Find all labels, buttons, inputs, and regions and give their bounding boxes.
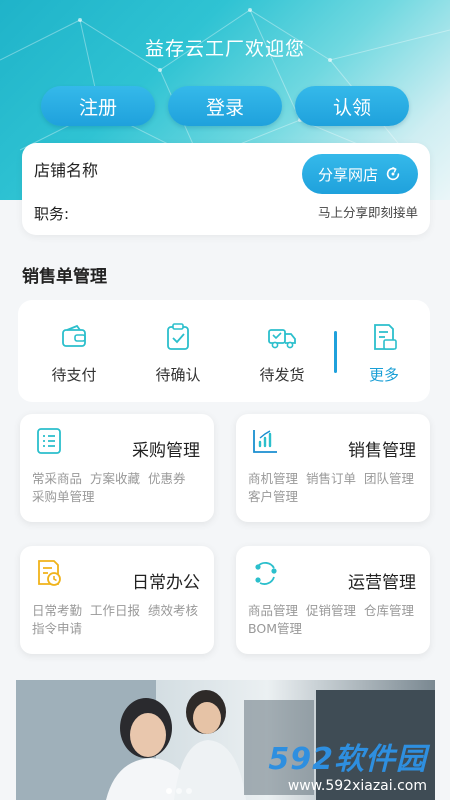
operations-management-desc: 商品管理 促销管理 仓库管理 BOM管理 [248, 603, 414, 636]
daily-office-card[interactable]: 日常办公 日常考勤 工作日报 绩效考核 指令申请 [20, 546, 214, 654]
carousel-dots [166, 788, 192, 794]
purchase-management-title: 采购管理 [132, 441, 200, 461]
order-more[interactable]: 更多 [344, 322, 424, 385]
shop-duty-label: 职务: [34, 205, 70, 223]
watermark-url: www.592xiazai.com [287, 778, 427, 794]
claim-button[interactable]: 认领 [295, 86, 409, 126]
purchase-management-card[interactable]: 采购管理 常采商品 方案收藏 优惠券 采购单管理 [20, 414, 214, 522]
bar-chart-icon [253, 430, 277, 453]
sales-management-desc: 商机管理 销售订单 团队管理 客户管理 [248, 471, 414, 504]
purchase-management-desc: 常采商品 方案收藏 优惠券 采购单管理 [32, 471, 186, 504]
order-pending-ship[interactable]: 待发货 [242, 322, 322, 385]
checklist-icon [37, 428, 61, 454]
order-pending-payment[interactable]: 待支付 [34, 322, 114, 385]
refresh-icon [386, 166, 400, 181]
welcome-text: 益存云工厂欢迎您 [144, 38, 305, 60]
divider [334, 331, 337, 373]
document-clock-icon [38, 560, 61, 586]
login-button[interactable]: 登录 [168, 86, 282, 126]
wallet-icon [62, 324, 86, 347]
sales-management-card[interactable]: 销售管理 商机管理 销售订单 团队管理 客户管理 [236, 414, 430, 522]
share-shop-label: 分享网店 [317, 165, 378, 184]
section-title: 销售单管理 [22, 267, 107, 287]
daily-office-title: 日常办公 [132, 573, 200, 593]
register-button[interactable]: 注册 [41, 86, 155, 126]
operations-management-card[interactable]: 运营管理 商品管理 促销管理 仓库管理 BOM管理 [236, 546, 430, 654]
document-list-icon [374, 324, 397, 350]
watermark: 592软件园 www.592xiazai.com [268, 734, 427, 794]
shop-card: 店铺名称 职务: 分享网店 马上分享即刻接单 [22, 143, 430, 235]
order-pending-ship-label: 待发货 [259, 366, 305, 384]
order-pending-confirm[interactable]: 待确认 [138, 322, 218, 385]
cycle-icon [255, 562, 277, 585]
order-status-panel: 待支付 待确认 待发货 更多 [18, 300, 430, 402]
daily-office-desc: 日常考勤 工作日报 绩效考核 指令申请 [32, 603, 198, 636]
clipboard-check-icon [167, 323, 189, 350]
order-pending-payment-label: 待支付 [51, 366, 97, 384]
order-more-label: 更多 [368, 366, 399, 384]
shop-name-label: 店铺名称 [34, 161, 99, 180]
watermark-brand: 592软件园 [268, 742, 427, 777]
truck-icon [268, 329, 296, 349]
order-pending-confirm-label: 待确认 [155, 366, 201, 384]
promo-banner[interactable]: 592软件园 www.592xiazai.com [16, 680, 435, 800]
operations-management-title: 运营管理 [348, 573, 416, 593]
sales-management-title: 销售管理 [348, 441, 416, 461]
share-tip: 马上分享即刻接单 [317, 205, 418, 220]
share-shop-button[interactable]: 分享网店 [302, 154, 418, 194]
